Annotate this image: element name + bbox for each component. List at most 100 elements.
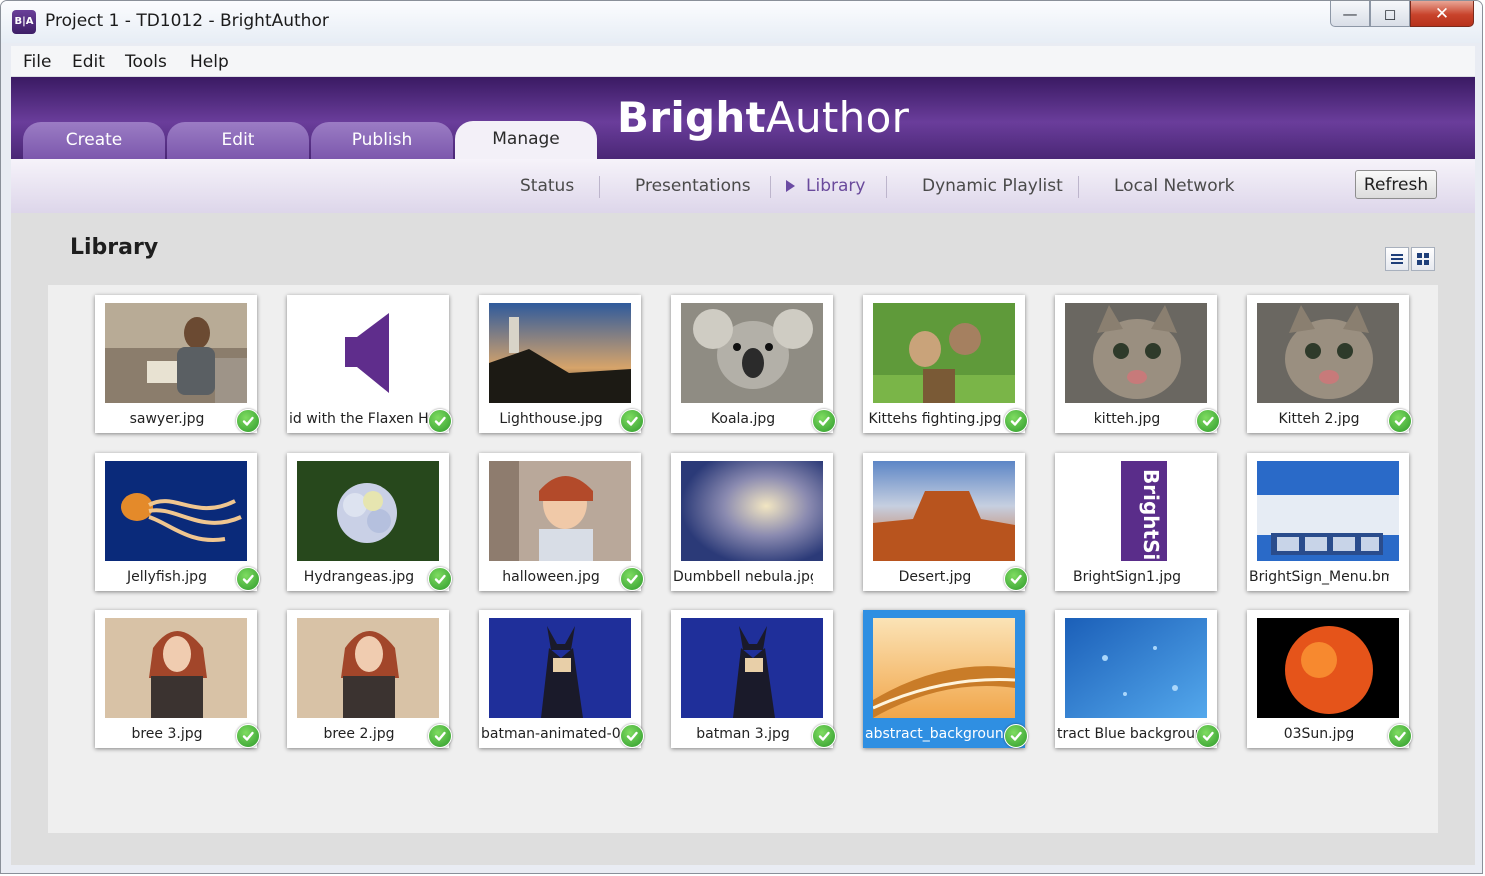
library-item[interactable]: 03Sun.jpg [1247, 610, 1412, 748]
library-item-name: batman 3.jpg [696, 726, 790, 742]
window-controls: — ◻ ✕ [1330, 1, 1474, 29]
library-item-name: 03Sun.jpg [1283, 726, 1355, 742]
subnav-divider [1078, 176, 1079, 198]
check-icon [1004, 567, 1028, 591]
library-item-name: Dumbbell nebula.jpg [673, 569, 813, 585]
koala-photo [681, 303, 823, 403]
list-view-icon [1391, 254, 1403, 264]
library-item[interactable]: Hydrangeas.jpg [287, 453, 452, 591]
tab-edit[interactable]: Edit [167, 122, 309, 159]
subnav-library[interactable]: Library [806, 176, 865, 196]
subnav-divider [770, 176, 771, 198]
kitten-photo [1257, 303, 1399, 403]
menu-edit[interactable]: Edit [72, 52, 105, 72]
menu-tools[interactable]: Tools [125, 52, 167, 72]
subnav-presentations[interactable]: Presentations [635, 176, 751, 196]
check-icon [428, 567, 452, 591]
library-item[interactable]: Kitteh 2.jpg [1247, 295, 1412, 433]
brightsign-menu-image [1257, 461, 1399, 561]
library-item-name: halloween.jpg [502, 569, 600, 585]
library-item[interactable]: bree 2.jpg [287, 610, 452, 748]
svg-text:BrightSign: BrightSign [1139, 469, 1163, 561]
title-bar[interactable]: B|A Project 1 - TD1012 - BrightAuthor — … [1, 1, 1482, 43]
check-icon [1196, 409, 1220, 433]
library-item-name: bree 2.jpg [323, 726, 395, 742]
subnav-status[interactable]: Status [520, 176, 574, 196]
library-item[interactable]: id with the Flaxen Ha [287, 295, 452, 433]
blue-droplets-image [1065, 618, 1207, 718]
subnav-local-network[interactable]: Local Network [1114, 176, 1234, 196]
minimize-icon: — [1342, 4, 1358, 23]
library-item[interactable]: Lighthouse.jpg [479, 295, 644, 433]
tab-manage[interactable]: Manage [455, 121, 597, 159]
menu-help[interactable]: Help [190, 52, 229, 72]
library-item-name: Jellyfish.jpg [127, 569, 207, 585]
library-item[interactable]: Kittehs fighting.jpg [863, 295, 1028, 433]
abstract-image [873, 618, 1015, 718]
check-icon [1004, 409, 1028, 433]
brand-logo: BrightAuthor [617, 93, 909, 142]
library-item-name: Koala.jpg [710, 411, 776, 427]
library-item[interactable]: tract Blue backgroun [1055, 610, 1220, 748]
window-title: Project 1 - TD1012 - BrightAuthor [45, 11, 329, 31]
sun-photo [1257, 618, 1399, 718]
hydrangea-photo [297, 461, 439, 561]
library-item-name: id with the Flaxen Ha [289, 411, 429, 427]
maximize-button[interactable]: ◻ [1370, 1, 1410, 27]
library-panel: Library sawyer.jpg id with the Flaxen Ha L… [11, 213, 1475, 865]
grid-view-button[interactable] [1411, 247, 1435, 271]
library-item[interactable]: bree 3.jpg [95, 610, 260, 748]
close-button[interactable]: ✕ [1410, 1, 1474, 27]
subnav-divider [599, 176, 600, 198]
kittens-photo [873, 303, 1015, 403]
library-item-name: abstract_background [865, 726, 1005, 742]
library-item[interactable]: batman-animated-02 [479, 610, 644, 748]
minimize-button[interactable]: — [1330, 1, 1370, 27]
menu-bar: File Edit Tools Help [11, 46, 1475, 77]
app-header: Create Edit Publish Manage BrightAuthor [11, 77, 1475, 159]
subnav-divider [886, 176, 887, 198]
library-item[interactable]: Koala.jpg [671, 295, 836, 433]
library-item[interactable]: batman 3.jpg [671, 610, 836, 748]
subnav-dynamic-playlist[interactable]: Dynamic Playlist [922, 176, 1063, 196]
library-grid: sawyer.jpg id with the Flaxen Ha Lighthous… [48, 285, 1438, 833]
brand-bold-text: Bright [617, 93, 766, 142]
check-icon [236, 567, 260, 591]
list-view-button[interactable] [1385, 247, 1409, 271]
menu-file[interactable]: File [23, 52, 51, 72]
library-item-name: Desert.jpg [898, 569, 972, 585]
library-item[interactable]: BrightSign_Menu.bmp [1247, 453, 1409, 591]
check-icon [428, 724, 452, 748]
check-icon [812, 409, 836, 433]
jellyfish-photo [105, 461, 247, 561]
library-item[interactable]: BrightSign BrightSign1.jpg [1055, 453, 1217, 591]
library-item[interactable]: sawyer.jpg [95, 295, 260, 433]
woman-photo [297, 618, 439, 718]
batman-image [489, 618, 631, 718]
check-icon [1196, 724, 1220, 748]
library-item[interactable]: halloween.jpg [479, 453, 644, 591]
check-icon [1388, 409, 1412, 433]
library-item[interactable]: kitteh.jpg [1055, 295, 1220, 433]
library-item[interactable]: abstract_background [863, 610, 1028, 748]
check-icon [428, 409, 452, 433]
manage-subnav: Status Presentations Library Dynamic Pla… [11, 159, 1475, 214]
library-item-name: tract Blue backgroun [1057, 726, 1197, 742]
woman-photo [105, 618, 247, 718]
library-item-name: bree 3.jpg [131, 726, 203, 742]
tab-publish[interactable]: Publish [311, 122, 453, 159]
library-item-name: Lighthouse.jpg [499, 411, 603, 427]
refresh-button[interactable]: Refresh [1355, 170, 1437, 199]
library-item-name: sawyer.jpg [129, 411, 205, 427]
check-icon [236, 724, 260, 748]
check-icon [620, 567, 644, 591]
library-item-name: batman-animated-02 [481, 726, 621, 742]
library-item[interactable]: Jellyfish.jpg [95, 453, 260, 591]
current-indicator-icon [786, 180, 795, 192]
tab-create[interactable]: Create [23, 122, 165, 159]
library-item[interactable]: Dumbbell nebula.jpg [671, 453, 833, 591]
library-item-name: kitteh.jpg [1093, 411, 1161, 427]
check-icon [1388, 724, 1412, 748]
lighthouse-photo [489, 303, 631, 403]
library-item[interactable]: Desert.jpg [863, 453, 1028, 591]
